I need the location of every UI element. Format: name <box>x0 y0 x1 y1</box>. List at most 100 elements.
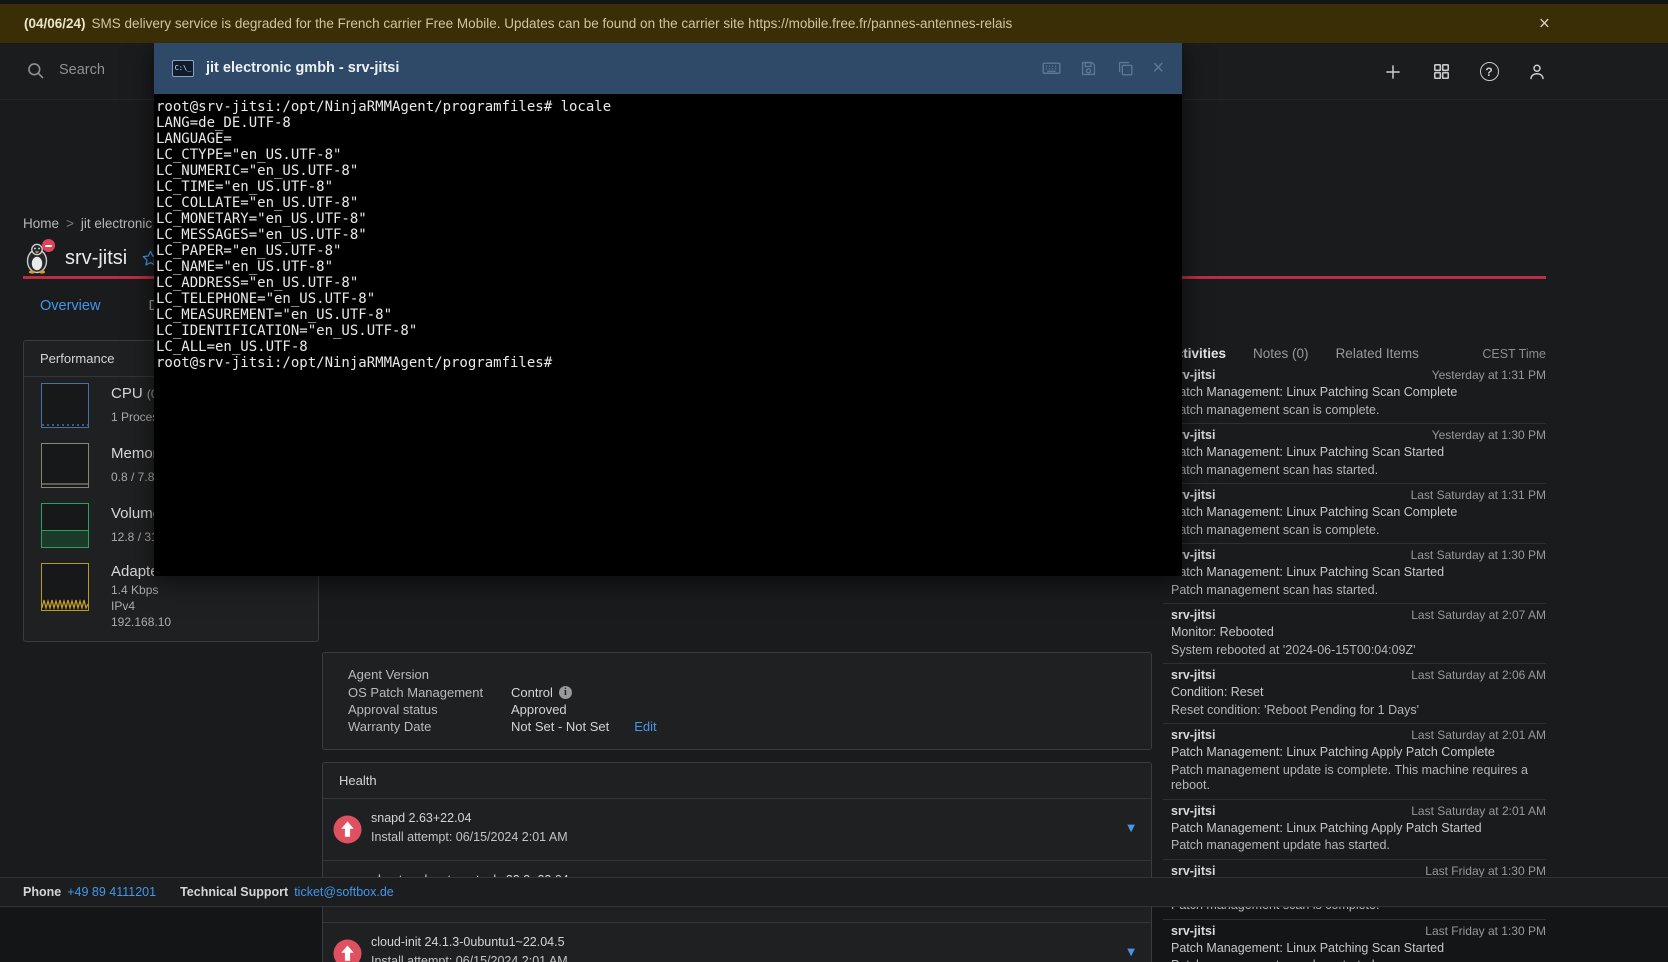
activity-device-name: srv-jitsi <box>1171 668 1216 682</box>
chevron-down-icon[interactable]: ▼ <box>1127 823 1135 834</box>
health-panel: Health snapd 2.63+22.04 Install attempt:… <box>322 762 1152 962</box>
update-available-icon <box>333 815 362 844</box>
support-email-link[interactable]: ticket@softbox.de <box>294 885 394 899</box>
terminal-window-title: jit electronic gmbh - srv-jitsi <box>206 60 400 76</box>
banner-close-icon[interactable]: × <box>1539 14 1550 33</box>
update-available-icon <box>333 939 362 962</box>
activity-title: Condition: Reset <box>1171 685 1264 699</box>
tab-overview[interactable]: Overview <box>40 298 100 314</box>
activity-title: Patch Management: Linux Patching Scan St… <box>1171 940 1445 955</box>
copy-icon[interactable] <box>1115 58 1136 79</box>
terminal-line: LC_TIME="en_US.UTF-8" <box>156 179 334 195</box>
activity-item[interactable]: srv-jitsi Yesterday at 1:31 PM Patch Man… <box>1163 364 1546 424</box>
phone-link[interactable]: +49 89 4111201 <box>67 885 156 899</box>
memory-sparkline <box>41 443 89 488</box>
help-icon[interactable]: ? <box>1478 61 1500 83</box>
apps-grid-icon[interactable] <box>1430 61 1452 83</box>
activity-item[interactable]: srv-jitsi Last Saturday at 1:30 PM Patch… <box>1163 544 1546 604</box>
phone-label: Phone <box>23 885 62 899</box>
cpu-sparkline <box>41 383 89 428</box>
terminal-line: LC_ALL=en_US.UTF-8 <box>156 339 308 355</box>
terminal-line: LC_MONETARY="en_US.UTF-8" <box>156 211 367 227</box>
terminal-line: LC_TELEPHONE="en_US.UTF-8" <box>156 291 376 307</box>
detail-label: Warranty Date <box>348 719 432 734</box>
activity-timestamp: Yesterday at 1:30 PM <box>1431 428 1546 442</box>
timezone-label: CEST Time <box>1482 346 1546 361</box>
activity-timestamp: Last Saturday at 2:07 AM <box>1411 608 1546 622</box>
terminal-line: LANGUAGE= <box>156 131 232 147</box>
detail-value: Control <box>511 685 553 700</box>
terminal-line: LC_MEASUREMENT="en_US.UTF-8" <box>156 307 393 323</box>
detail-row-approval-status: Approval status Approved <box>348 701 567 718</box>
activity-device-name: srv-jitsi <box>1171 863 1216 878</box>
save-icon[interactable] <box>1078 58 1099 79</box>
health-item[interactable]: cloud-init 24.1.3-0ubuntu1~22.04.5 Insta… <box>323 923 1151 962</box>
breadcrumb-home[interactable]: Home <box>23 216 59 231</box>
activity-timestamp: Last Saturday at 2:01 AM <box>1411 803 1546 818</box>
adapter-sparkline <box>41 563 89 611</box>
terminal-line: LC_PAPER="en_US.UTF-8" <box>156 243 342 259</box>
activities-tabs: Activities Notes (0) Related Items CEST … <box>1166 346 1546 361</box>
terminal-body[interactable]: root@srv-jitsi:/opt/NinjaRMMAgent/progra… <box>154 94 1182 576</box>
activity-timestamp: Last Saturday at 1:30 PM <box>1410 548 1546 562</box>
device-status-badge <box>42 239 55 252</box>
device-details-panel: Agent Version OS Patch Management Contro… <box>322 652 1152 750</box>
activity-title: Patch Management: Linux Patching Scan Co… <box>1171 505 1458 519</box>
terminal-line: LC_ADDRESS="en_US.UTF-8" <box>156 275 359 291</box>
terminal-line: LC_NAME="en_US.UTF-8" <box>156 259 334 275</box>
detail-label: Agent Version <box>348 667 429 682</box>
health-panel-title: Health <box>323 763 1151 799</box>
alert-banner: (04/06/24) SMS delivery service is degra… <box>0 4 1668 43</box>
activity-device-name: srv-jitsi <box>1171 803 1216 818</box>
tab-notes[interactable]: Notes (0) <box>1253 346 1309 361</box>
activity-timestamp: Last Saturday at 1:31 PM <box>1410 488 1546 502</box>
terminal-line: root@srv-jitsi:/opt/NinjaRMMAgent/progra… <box>156 355 553 371</box>
activity-item[interactable]: srv-jitsi Last Friday at 1:30 PM Patch M… <box>1163 920 1546 962</box>
activity-description: Patch management scan has started. <box>1171 958 1546 962</box>
adapter-speed: 1.4 Kbps <box>111 583 159 597</box>
activity-item[interactable]: srv-jitsi Yesterday at 1:30 PM Patch Man… <box>1163 424 1546 484</box>
device-title-row: srv-jitsi <box>23 239 160 276</box>
tab-related-items[interactable]: Related Items <box>1336 346 1419 361</box>
activity-item[interactable]: srv-jitsi Last Saturday at 2:06 AM Condi… <box>1163 664 1546 724</box>
activity-item[interactable]: srv-jitsi Last Saturday at 2:01 AM Patch… <box>1163 800 1546 860</box>
volumes-gauge <box>41 503 89 548</box>
virtual-keyboard-icon[interactable] <box>1041 58 1062 79</box>
terminal-line: LC_CTYPE="en_US.UTF-8" <box>156 147 342 163</box>
activity-item[interactable]: srv-jitsi Last Saturday at 2:07 AM Monit… <box>1163 604 1546 664</box>
info-icon[interactable]: i <box>558 686 572 699</box>
detail-value: Not Set - Not Set <box>511 719 610 734</box>
activity-device-name: srv-jitsi <box>1171 608 1216 622</box>
add-icon[interactable] <box>1382 61 1404 83</box>
app-root: (04/06/24) SMS delivery service is degra… <box>0 0 1668 962</box>
terminal-window: C:\_ jit electronic gmbh - srv-jitsi × r… <box>154 42 1182 576</box>
user-icon[interactable] <box>1526 61 1548 83</box>
health-item[interactable]: snapd 2.63+22.04 Install attempt: 06/15/… <box>323 799 1151 861</box>
activity-timestamp: Last Saturday at 2:06 AM <box>1411 668 1546 682</box>
activity-device-name: srv-jitsi <box>1171 923 1216 938</box>
footer-bar: Phone +49 89 4111201 Technical Support t… <box>0 877 1668 907</box>
terminal-titlebar[interactable]: C:\_ jit electronic gmbh - srv-jitsi × <box>154 42 1182 94</box>
health-install-attempt: Install attempt: 06/15/2024 2:01 AM <box>371 954 568 962</box>
activity-description: Patch management update has started. <box>1171 838 1390 852</box>
terminal-line: LC_MESSAGES="en_US.UTF-8" <box>156 227 367 243</box>
detail-row-os-patch-management: OS Patch Management Control i <box>348 684 572 701</box>
chevron-down-icon[interactable]: ▼ <box>1127 947 1135 958</box>
activity-item[interactable]: srv-jitsi Last Saturday at 2:01 AM Patch… <box>1163 724 1546 800</box>
activity-title: Patch Management: Linux Patching Apply P… <box>1171 820 1482 835</box>
activity-description: Patch management scan is complete. <box>1171 522 1380 537</box>
device-name: srv-jitsi <box>65 246 128 269</box>
terminal-line: LANG=de_DE.UTF-8 <box>156 115 291 131</box>
activity-description: Patch management scan has started. <box>1171 582 1379 597</box>
detail-value: Approved <box>511 702 567 717</box>
activity-title: Patch Management: Linux Patching Scan Co… <box>1171 385 1458 399</box>
adapter-row[interactable]: Adapter 1.4 Kbps IPv4 192.168.10 <box>41 563 171 629</box>
terminal-actions: × <box>1041 58 1164 79</box>
activity-timestamp: Last Friday at 1:30 PM <box>1425 863 1546 878</box>
warranty-edit-link[interactable]: Edit <box>634 718 656 735</box>
terminal-app-icon: C:\_ <box>172 59 194 77</box>
terminal-close-icon[interactable]: × <box>1152 58 1164 78</box>
topbar-icons: ? <box>1382 43 1548 100</box>
activity-item[interactable]: srv-jitsi Last Saturday at 1:31 PM Patch… <box>1163 484 1546 544</box>
detail-row-agent-version: Agent Version <box>348 666 511 683</box>
